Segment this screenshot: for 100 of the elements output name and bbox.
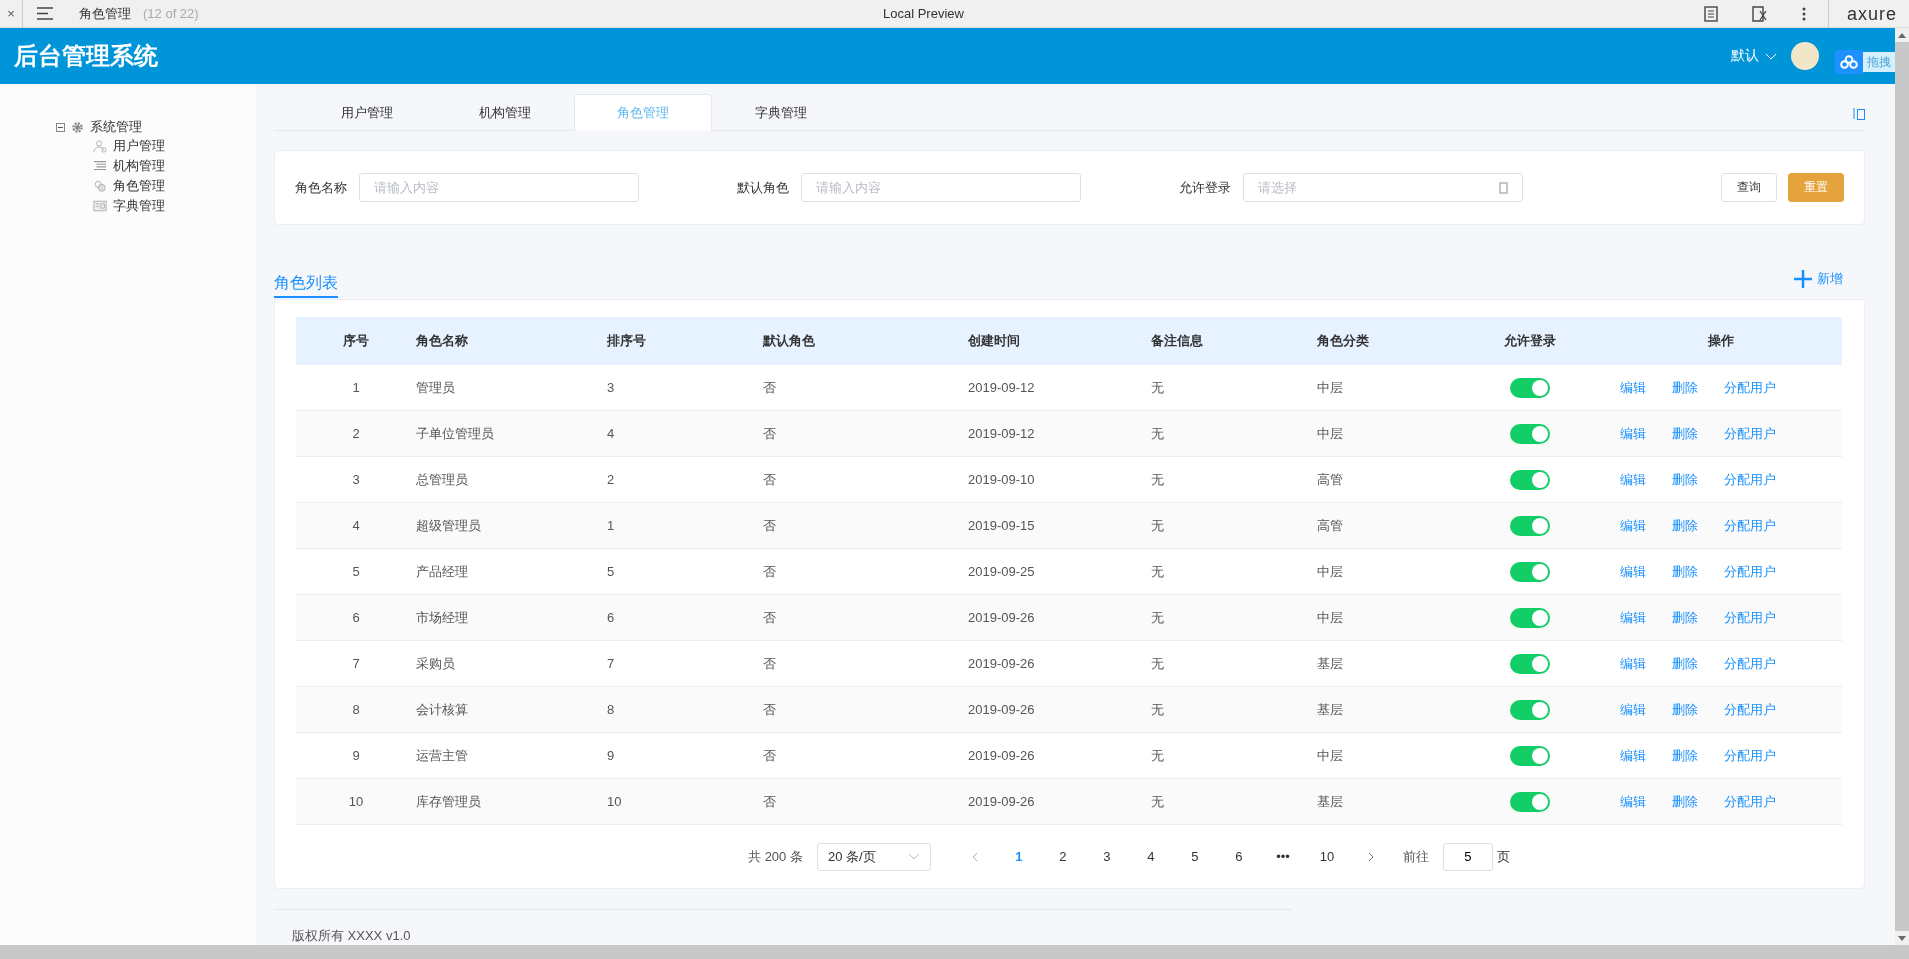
action-link[interactable]: 分配用户 (1724, 470, 1776, 489)
scroll-up-icon[interactable] (1898, 32, 1906, 38)
page-input[interactable]: 5 (1442, 842, 1493, 871)
table-cell: 市场经理 (416, 595, 607, 641)
page-button[interactable]: 4 (1128, 849, 1173, 864)
page-unit: 页 (1496, 847, 1510, 866)
input-field[interactable]: 请输入内容 (359, 173, 639, 202)
horizontal-scrollbar[interactable] (0, 945, 1909, 959)
action-link[interactable]: 分配用户 (1724, 792, 1776, 811)
action-link[interactable]: 分配用户 (1724, 654, 1776, 673)
cloud-icon[interactable] (1835, 50, 1863, 74)
toggle-switch[interactable] (1510, 561, 1550, 582)
toggle-switch[interactable] (1510, 423, 1550, 444)
filter-label: 默认角色 (737, 178, 789, 197)
page-button[interactable]: ••• (1260, 849, 1305, 864)
table-cell: 否 (763, 779, 968, 825)
action-link[interactable]: 删除 (1672, 516, 1698, 535)
page-count: (12 of 22) (143, 6, 199, 21)
action-link[interactable]: 分配用户 (1724, 700, 1776, 719)
avatar[interactable] (1791, 42, 1819, 70)
action-link[interactable]: 分配用户 (1724, 608, 1776, 627)
page-button[interactable]: 10 (1304, 849, 1349, 864)
previous-icon[interactable] (971, 851, 978, 862)
input-field[interactable]: 请输入内容 (801, 173, 1081, 202)
action-link[interactable]: 编辑 (1620, 470, 1646, 489)
page-button[interactable]: 1 (996, 849, 1041, 864)
toggle-switch[interactable] (1510, 653, 1550, 674)
toggle-switch[interactable] (1510, 515, 1550, 536)
add-button[interactable]: 新增 (1793, 269, 1843, 289)
action-link[interactable]: 删除 (1672, 654, 1698, 673)
action-link[interactable]: 分配用户 (1724, 424, 1776, 443)
action-link[interactable]: 删除 (1672, 792, 1698, 811)
action-link[interactable]: 编辑 (1620, 562, 1646, 581)
toggle-switch[interactable] (1510, 699, 1550, 720)
variable-icon[interactable] (1751, 5, 1768, 22)
table-cell: 10 (296, 779, 416, 825)
list-icon (93, 160, 107, 172)
tree-item[interactable]: 机构管理 (113, 157, 165, 175)
menu-icon[interactable] (37, 7, 53, 20)
table-cell: 2019-09-26 (968, 595, 1151, 641)
close-button[interactable]: × (0, 0, 23, 28)
action-link[interactable]: 编辑 (1620, 654, 1646, 673)
toggle-switch[interactable] (1510, 377, 1550, 398)
page-button[interactable]: 2 (1040, 849, 1085, 864)
action-link[interactable]: 删除 (1672, 608, 1698, 627)
toggle-switch[interactable] (1510, 607, 1550, 628)
vertical-scrollbar[interactable] (1895, 28, 1909, 945)
select-field[interactable]: 请选择 (1243, 173, 1523, 202)
toggle-switch[interactable] (1510, 745, 1550, 766)
tree-item[interactable]: 系统管理 (90, 118, 142, 136)
table-cell: 1 (607, 503, 763, 549)
collapse-icon[interactable] (1853, 107, 1865, 120)
action-link[interactable]: 编辑 (1620, 792, 1646, 811)
action-link[interactable]: 分配用户 (1724, 562, 1776, 581)
table-cell: 无 (1151, 503, 1317, 549)
column-header: 排序号 (607, 317, 763, 365)
table-cell: 无 (1151, 595, 1317, 641)
table-cell: 超级管理员 (416, 503, 607, 549)
action-link[interactable]: 编辑 (1620, 608, 1646, 627)
action-link[interactable]: 删除 (1672, 746, 1698, 765)
more-icon[interactable] (1801, 6, 1806, 21)
toggle-switch[interactable] (1510, 469, 1550, 490)
tree-item[interactable]: 用户管理 (113, 137, 165, 155)
search-button[interactable]: 查询 (1721, 173, 1777, 202)
action-link[interactable]: 编辑 (1620, 746, 1646, 765)
toggle-switch[interactable] (1510, 791, 1550, 812)
action-link[interactable]: 删除 (1672, 378, 1698, 397)
page-button[interactable]: 3 (1084, 849, 1129, 864)
action-link[interactable]: 分配用户 (1724, 378, 1776, 397)
role-dropdown[interactable]: 默认 (1731, 47, 1777, 65)
action-link[interactable]: 分配用户 (1724, 516, 1776, 535)
action-link[interactable]: 编辑 (1620, 700, 1646, 719)
column-header: 允许登录 (1460, 317, 1600, 365)
tab[interactable]: 字典管理 (712, 94, 850, 130)
tree-item[interactable]: 角色管理 (113, 177, 165, 195)
book-icon (93, 200, 107, 212)
tab[interactable]: 用户管理 (298, 94, 436, 130)
notes-icon[interactable] (1703, 5, 1718, 22)
tree-item[interactable]: 字典管理 (113, 197, 165, 215)
action-link[interactable]: 分配用户 (1724, 746, 1776, 765)
page-size-select[interactable]: 20 条/页 (816, 842, 931, 871)
next-icon[interactable] (1367, 851, 1374, 862)
reset-button[interactable]: 重置 (1788, 173, 1844, 202)
action-link[interactable]: 删除 (1672, 424, 1698, 443)
action-link[interactable]: 编辑 (1620, 424, 1646, 443)
tab[interactable]: 机构管理 (436, 94, 574, 130)
tab[interactable]: 角色管理 (574, 94, 712, 131)
action-link[interactable]: 编辑 (1620, 516, 1646, 535)
page-button[interactable]: 6 (1216, 849, 1261, 864)
collapse-toggle-icon[interactable] (56, 122, 65, 132)
action-link[interactable]: 删除 (1672, 562, 1698, 581)
scroll-down-icon[interactable] (1898, 935, 1906, 941)
drag-label[interactable]: 拖拽 (1863, 52, 1895, 72)
action-link[interactable]: 编辑 (1620, 378, 1646, 397)
action-link[interactable]: 删除 (1672, 470, 1698, 489)
table-cell: 6 (296, 595, 416, 641)
app-title: 后台管理系统 (14, 41, 159, 71)
page-button[interactable]: 5 (1172, 849, 1217, 864)
goto-label: 前往 (1402, 847, 1429, 866)
action-link[interactable]: 删除 (1672, 700, 1698, 719)
